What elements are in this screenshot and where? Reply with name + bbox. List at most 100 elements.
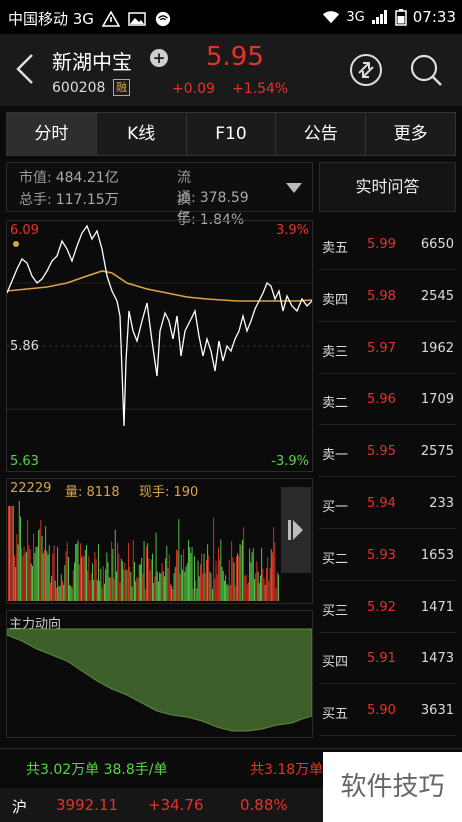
expand-triangle-icon[interactable] (286, 183, 302, 193)
volume-bar (132, 540, 134, 601)
volume-bar (242, 540, 243, 601)
volume-bar (137, 578, 139, 601)
volume-bar (102, 566, 104, 601)
volume-bar (168, 554, 170, 601)
order-level-name: 买三 (322, 603, 349, 619)
index-change: +34.76 (148, 796, 204, 814)
add-favorite-icon[interactable]: + (150, 49, 168, 67)
volume-bar (16, 534, 18, 601)
volume-bar (83, 556, 85, 601)
volume-bar (113, 578, 115, 601)
stock-info-panel[interactable]: 市值: 484.21亿 流通: 378.59亿 总手: 117.15万 换手: 1.84… (6, 162, 313, 228)
volume-bar (17, 544, 19, 601)
volume-bar (72, 570, 74, 601)
order-price: 5.96 (367, 392, 396, 408)
warning-icon (101, 10, 120, 27)
volume-bar (66, 542, 68, 601)
order-book-row[interactable]: 卖四 5.98 2545 (319, 272, 456, 322)
volume-bar (10, 506, 12, 601)
tab-kline[interactable]: K线 (97, 113, 187, 155)
order-price: 5.94 (367, 496, 396, 511)
search-icon[interactable] (408, 52, 444, 88)
volume-bar (165, 558, 167, 601)
order-quantity: 3631 (420, 703, 454, 719)
volume-bar (234, 585, 236, 601)
order-price: 5.92 (367, 599, 396, 615)
volume-bar (84, 549, 86, 601)
volume-bar (236, 556, 237, 601)
order-book-row[interactable]: 卖三 5.97 1962 (319, 324, 456, 374)
volume-bar (218, 547, 219, 601)
volume-bar (128, 542, 129, 601)
order-book-row[interactable]: 卖一 5.95 2575 (319, 427, 456, 478)
clock: 07:33 (412, 8, 456, 26)
volume-bar (39, 528, 41, 601)
volume-bar (131, 586, 133, 601)
volume-bar (266, 568, 267, 601)
order-book-row[interactable]: 卖五 5.99 6650 (319, 220, 456, 270)
volume-bar (215, 561, 217, 601)
volume-bar (36, 546, 38, 601)
order-quantity: 233 (429, 496, 454, 511)
volume-bar (120, 558, 122, 601)
volume-bar (183, 549, 185, 601)
intraday-chart[interactable]: 6.09 3.9% 5.86 5.63 -3.9% (6, 220, 313, 472)
main-flow-panel[interactable]: 主力动向 (6, 610, 313, 738)
volume-panel[interactable]: 22229 量: 8118 现手: 190 (6, 478, 313, 604)
volume-bar (35, 546, 37, 601)
status-bar: 中国移动 3G 3G 07:33 (0, 0, 462, 34)
order-price: 5.93 (367, 547, 396, 563)
switch-icon[interactable] (348, 52, 384, 88)
volume-bar (65, 551, 67, 601)
volume-bar (114, 529, 116, 601)
order-book-row[interactable]: 买一 5.94 233 (319, 479, 456, 529)
volume-bar (69, 585, 71, 601)
volume-bar (34, 553, 36, 601)
back-arrow-icon[interactable] (12, 52, 40, 86)
volume-bar (190, 552, 192, 601)
volume-bar (164, 576, 165, 601)
order-book-row[interactable]: 买五 5.90 3631 (319, 686, 456, 737)
order-book-row[interactable]: 买二 5.93 1653 (319, 531, 456, 581)
volume-bar (30, 563, 32, 601)
volume-bar (71, 587, 73, 601)
tab-f10[interactable]: F10 (187, 113, 277, 155)
volume-bar (254, 578, 255, 601)
tab-more[interactable]: 更多 (366, 113, 455, 155)
tab-intraday[interactable]: 分时 (7, 113, 97, 155)
chart-high-price: 6.09 (10, 223, 39, 238)
collapse-handle[interactable] (281, 487, 311, 573)
volume-bar (100, 568, 102, 601)
volume-bar (108, 577, 110, 601)
volume-bar (125, 569, 127, 601)
order-book-row[interactable]: 卖二 5.96 1709 (319, 375, 456, 426)
order-book-row[interactable]: 买四 5.91 1473 (319, 634, 456, 685)
stock-header: 新湖中宝 + 5.95 600208 融 +0.09 +1.54% (0, 34, 462, 106)
volume-bar (196, 588, 198, 601)
volume-bar (189, 547, 191, 601)
volume-bar (188, 540, 189, 601)
volume-bar (209, 571, 211, 601)
cell-signal-icon (371, 10, 387, 24)
volume-bar (170, 583, 171, 601)
current-price: 5.95 (206, 42, 264, 72)
volume-bar (197, 560, 199, 601)
flow-area-svg (7, 628, 312, 732)
volume-bar (140, 564, 141, 601)
volume-bar (171, 585, 173, 601)
volume-value: 117.15万 (55, 192, 119, 208)
volume-bar (110, 577, 111, 601)
volume-bar (118, 553, 120, 601)
volume-bar (94, 552, 96, 601)
volume-bar (147, 543, 149, 601)
volume-bar (45, 526, 47, 601)
volume-bar (210, 573, 212, 601)
realtime-qa-button[interactable]: 实时问答 (319, 162, 456, 212)
volume-bar (80, 543, 81, 601)
volume-bar (9, 506, 11, 601)
chart-tabs: 分时 K线 F10 公告 更多 (6, 112, 456, 156)
order-book-row[interactable]: 买三 5.92 1471 (319, 583, 456, 633)
tab-announcements[interactable]: 公告 (276, 113, 367, 155)
volume-bar (48, 545, 50, 601)
volume-bar (57, 546, 59, 601)
